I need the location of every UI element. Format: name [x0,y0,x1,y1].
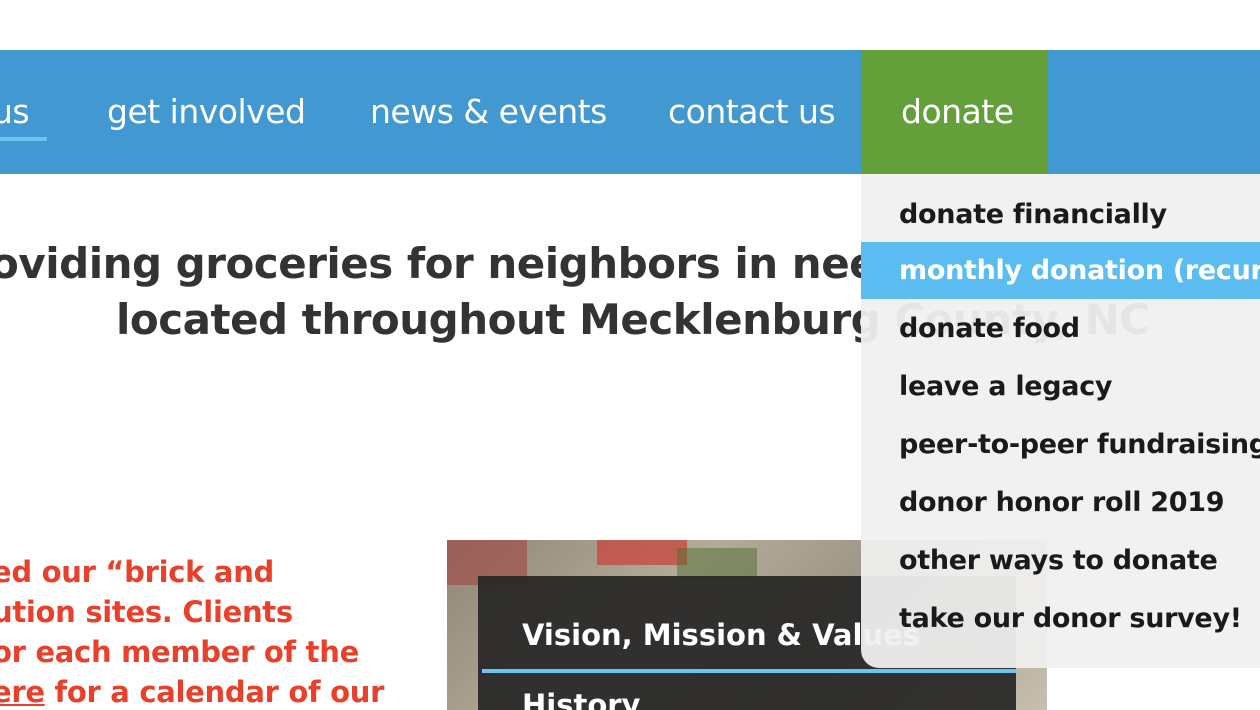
photo-shape [597,540,687,565]
intro-line-1: ed our “brick and [0,555,274,589]
intro-line-4: ere for a calendar of our [0,672,384,710]
submenu-divider [482,669,1016,673]
main-nav: us get involved news & events contact us… [0,50,1260,174]
nav-donate[interactable]: donate [861,50,1047,174]
dropdown-item-other-ways[interactable]: other ways to donate [861,532,1260,589]
nav-news-events[interactable]: news & events [370,50,607,174]
nav-news-events-label: news & events [370,92,607,131]
photo-shape [677,548,757,578]
intro-line-2: ution sites. Clients [0,595,293,629]
nav-about-us[interactable]: us [0,50,30,174]
dropdown-item-donor-honor-roll[interactable]: donor honor roll 2019 [861,474,1260,531]
intro-line-4-rest: for a calendar of our [44,675,385,709]
dropdown-item-donate-financially[interactable]: donate financially [861,186,1260,243]
submenu-item-history[interactable]: History [522,688,640,710]
nav-get-involved[interactable]: get involved [107,50,306,174]
nav-contact-us-label: contact us [668,92,836,131]
dropdown-item-donor-survey[interactable]: take our donor survey! [861,590,1260,647]
nav-active-underline [0,137,47,141]
donate-dropdown: donate financially monthly donation (rec… [861,174,1260,668]
dropdown-item-donate-food[interactable]: donate food [861,300,1260,357]
dropdown-item-leave-a-legacy[interactable]: leave a legacy [861,358,1260,415]
nav-get-involved-label: get involved [107,92,306,131]
calendar-link[interactable]: ere [0,675,45,709]
page: us get involved news & events contact us… [0,0,1260,710]
intro-line-3: or each member of the [0,635,359,669]
dropdown-item-peer-to-peer[interactable]: peer-to-peer fundraising [861,416,1260,473]
nav-contact-us[interactable]: contact us [668,50,836,174]
dropdown-item-monthly-donation[interactable]: monthly donation (recurring) [861,242,1260,299]
nav-donate-label: donate [901,92,1014,131]
nav-about-us-label: us [0,92,30,131]
headline-line-1: oviding groceries for neighbors in need … [0,239,969,288]
